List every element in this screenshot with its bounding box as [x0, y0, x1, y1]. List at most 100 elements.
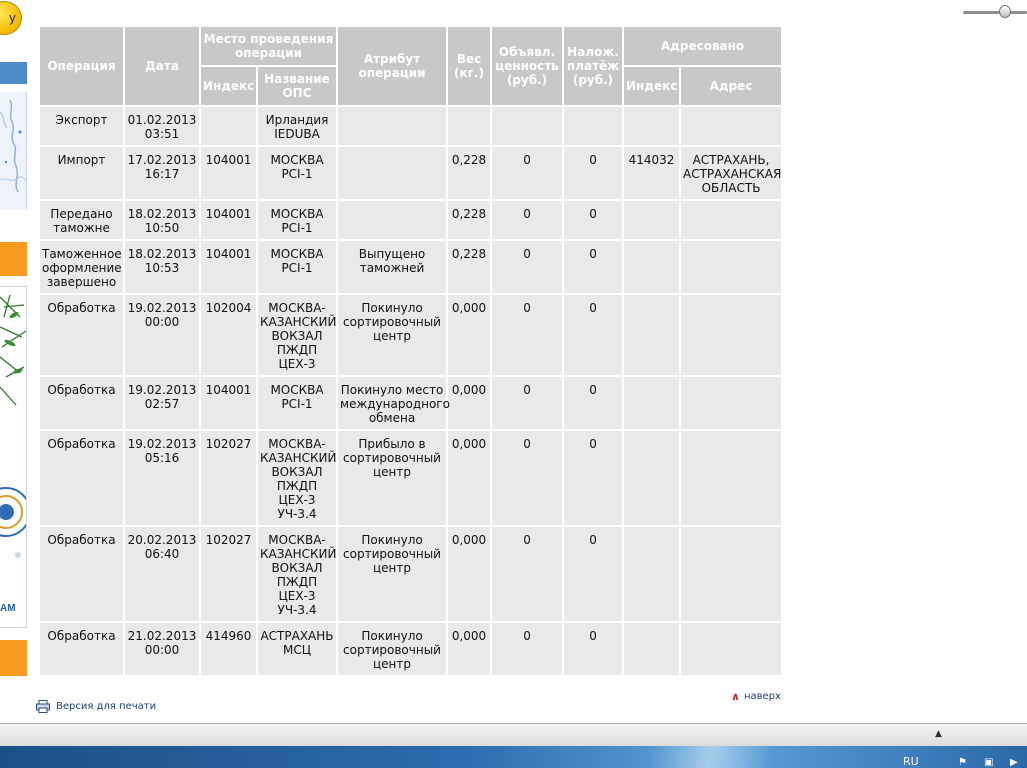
cell-date: 20.02.2013 06:40	[123, 525, 201, 623]
cell-weight: 0,000	[446, 621, 493, 677]
cell-addr-index	[622, 239, 682, 295]
cell-ops-name: МОСКВА PCI-1	[255, 199, 339, 241]
cell-ops-name: МОСКВА PCI-1	[255, 239, 339, 295]
cell-addr-index	[622, 375, 682, 431]
ad-text: АМ	[0, 603, 16, 614]
network-icon[interactable]: ▣	[984, 758, 994, 768]
cell-attribute: Покинуло сортировочный центр	[336, 293, 449, 377]
table-body: Экспорт 01.02.2013 03:51 Ирландия IEDUBA Импо…	[38, 105, 784, 677]
cell-weight: 0,000	[446, 293, 493, 377]
header-operation: Операция	[38, 25, 125, 107]
header-addr-index: Индекс	[622, 65, 682, 107]
cell-date: 18.02.2013 10:50	[123, 199, 201, 241]
ad-banner[interactable]: АМ	[0, 286, 27, 628]
cell-declared-value: 0	[490, 621, 565, 677]
cell-date: 19.02.2013 05:16	[123, 429, 201, 527]
cell-operation: Передано таможне	[38, 199, 125, 241]
print-version-link[interactable]: Версия для печати	[36, 700, 156, 713]
cell-address	[679, 429, 784, 527]
windows-taskbar: RU ⚑ ▣ ▶	[0, 746, 1027, 768]
cell-index: 104001	[199, 199, 258, 241]
cell-addr-index	[622, 293, 682, 377]
cell-date: 19.02.2013 00:00	[123, 293, 201, 377]
cell-cod: 0	[562, 293, 625, 377]
cell-address	[679, 621, 784, 677]
flag-icon[interactable]: ⚑	[958, 758, 968, 768]
header-cod: Налож. платёж (руб.)	[562, 25, 625, 107]
header-attribute: Атрибут операции	[336, 25, 449, 107]
cell-operation: Экспорт	[38, 105, 125, 147]
cell-ops-name: МОСКВА PCI-1	[255, 145, 339, 201]
sidebar-blue-bar[interactable]	[0, 62, 27, 84]
cell-address	[679, 239, 784, 295]
cell-attribute: Прибыло в сортировочный центр	[336, 429, 449, 527]
header-place-name: Название ОПС	[255, 65, 339, 107]
cell-address	[679, 293, 784, 377]
cell-index: 102027	[199, 525, 258, 623]
cell-operation: Обработка	[38, 375, 125, 431]
cell-ops-name: МОСКВА- КАЗАНСКИЙ ВОКЗАЛ ПЖДП ЦЕХ-3 УЧ-3.4	[255, 429, 339, 527]
cell-addr-index	[622, 429, 682, 527]
print-version-label[interactable]: Версия для печати	[56, 701, 156, 712]
chevron-up-icon: ∧	[731, 690, 740, 703]
back-to-top-label[interactable]: наверх	[744, 691, 781, 702]
cell-attribute: Покинуло сортировочный центр	[336, 525, 449, 623]
cell-attribute	[336, 199, 449, 241]
cell-declared-value: 0	[490, 293, 565, 377]
back-to-top-link[interactable]: ∧ наверх	[731, 690, 781, 703]
cell-date: 21.02.2013 00:00	[123, 621, 201, 677]
cell-addr-index	[622, 105, 682, 147]
cell-weight: 0,228	[446, 145, 493, 201]
sidebar-yellow-button[interactable]: у	[0, 1, 22, 35]
cell-date: 01.02.2013 03:51	[123, 105, 201, 147]
cell-operation: Обработка	[38, 525, 125, 623]
table-row: Обработка 19.02.2013 05:16 102027 МОСКВА- КАЗ…	[38, 429, 784, 527]
cell-declared-value: 0	[490, 375, 565, 431]
cell-addr-index: 414032	[622, 145, 682, 201]
cell-weight: 0,228	[446, 239, 493, 295]
cell-addr-index	[622, 525, 682, 623]
table-row: Обработка 19.02.2013 02:57 104001 МОСКВА PCI-…	[38, 375, 784, 431]
cell-attribute: Покинуло место международного обмена	[336, 375, 450, 431]
cell-operation: Обработка	[38, 621, 125, 677]
cell-index: 102027	[199, 429, 258, 527]
header-place-group: Место проведения операции	[198, 25, 339, 67]
cell-cod: 0	[562, 375, 625, 431]
cell-declared-value: 0	[490, 199, 565, 241]
cell-cod	[562, 105, 625, 147]
cell-ops-name: Ирландия IEDUBA	[255, 105, 339, 147]
cell-cod: 0	[562, 429, 625, 527]
cell-index: 104001	[199, 239, 258, 295]
browser-status-bar: ▲	[0, 723, 1027, 746]
map-thumbnail[interactable]	[0, 92, 27, 210]
cell-ops-name: МОСКВА- КАЗАНСКИЙ ВОКЗАЛ ПЖДП ЦЕХ-3 УЧ-3.4	[255, 525, 339, 623]
language-indicator[interactable]: RU	[903, 755, 919, 768]
zoom-slider-thumb[interactable]	[999, 5, 1011, 18]
table-row: Обработка 21.02.2013 00:00 414960 АСТРАХАНЬ М…	[38, 621, 784, 677]
cell-address	[679, 375, 784, 431]
sidebar-orange-banner[interactable]	[0, 242, 27, 276]
zoom-slider-track[interactable]	[963, 11, 1027, 14]
cell-addr-index	[622, 199, 682, 241]
cell-operation: Импорт	[38, 145, 125, 201]
volume-icon[interactable]: ▶	[1010, 758, 1020, 768]
cell-declared-value: 0	[490, 239, 565, 295]
cell-addr-index	[622, 621, 682, 677]
header-weight: Вес (кг.)	[446, 25, 493, 107]
cell-ops-name: МОСКВА- КАЗАНСКИЙ ВОКЗАЛ ПЖДП ЦЕХ-3	[255, 293, 339, 377]
table-header: Операция Дата Место проведения операции …	[38, 25, 784, 107]
cell-date: 17.02.2013 16:17	[123, 145, 201, 201]
cell-weight: 0,228	[446, 199, 493, 241]
cell-ops-name: МОСКВА PCI-1	[255, 375, 339, 431]
cell-cod: 0	[562, 239, 625, 295]
sidebar-orange-banner-2[interactable]	[0, 640, 27, 676]
scroll-up-arrow-icon[interactable]: ▲	[935, 729, 942, 739]
map-graphic	[0, 99, 26, 193]
cell-address	[679, 199, 784, 241]
cell-ops-name: АСТРАХАНЬ МСЦ	[255, 621, 339, 677]
header-place-index: Индекс	[199, 65, 258, 107]
header-declared-value: Объявл. ценность (руб.)	[490, 25, 565, 107]
cell-cod: 0	[562, 199, 625, 241]
cell-cod: 0	[562, 621, 625, 677]
taskbar-glow	[650, 746, 770, 768]
